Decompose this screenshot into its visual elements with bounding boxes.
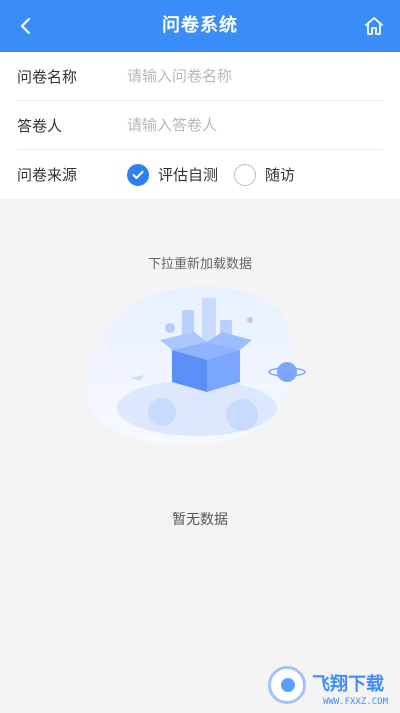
site-watermark: 飞翔下载 WWW.FXXZ.COM: [268, 663, 392, 707]
app-header: 问卷系统: [0, 0, 400, 52]
source-radio-self-assessment[interactable]: 评估自测: [127, 163, 219, 186]
radio-label: 评估自测: [158, 166, 219, 184]
watermark-url: WWW.FXXZ.COM: [322, 697, 388, 707]
home-button[interactable]: [358, 10, 390, 42]
questionnaire-name-label: 问卷名称: [17, 67, 78, 86]
name-row: 问卷名称: [17, 52, 383, 101]
source-radio-follow-up[interactable]: 随访: [234, 163, 296, 186]
watermark-logo-icon: [268, 666, 306, 704]
questionnaire-filter-form: 问卷名称 答卷人 问卷来源 评估自测 随访: [0, 52, 400, 199]
source-label: 问卷来源: [17, 166, 78, 184]
page-title: 问卷系统: [162, 15, 238, 36]
source-row: 问卷来源 评估自测 随访: [17, 150, 383, 199]
empty-box-illustration: [85, 286, 306, 445]
home-icon: [365, 17, 383, 35]
respondent-label: 答卷人: [17, 116, 63, 135]
radio-unchecked-icon: [234, 163, 257, 186]
radio-checked-icon: [127, 163, 149, 186]
pull-to-refresh-hint: 下拉重新加载数据: [147, 257, 252, 272]
respondent-row: 答卷人: [17, 101, 383, 150]
radio-label: 随访: [265, 166, 296, 184]
respondent-input[interactable]: [127, 116, 367, 134]
questionnaire-name-input[interactable]: [127, 67, 367, 85]
watermark-text: 飞翔下载: [312, 674, 384, 695]
empty-state-text: 暂无数据: [172, 512, 228, 528]
